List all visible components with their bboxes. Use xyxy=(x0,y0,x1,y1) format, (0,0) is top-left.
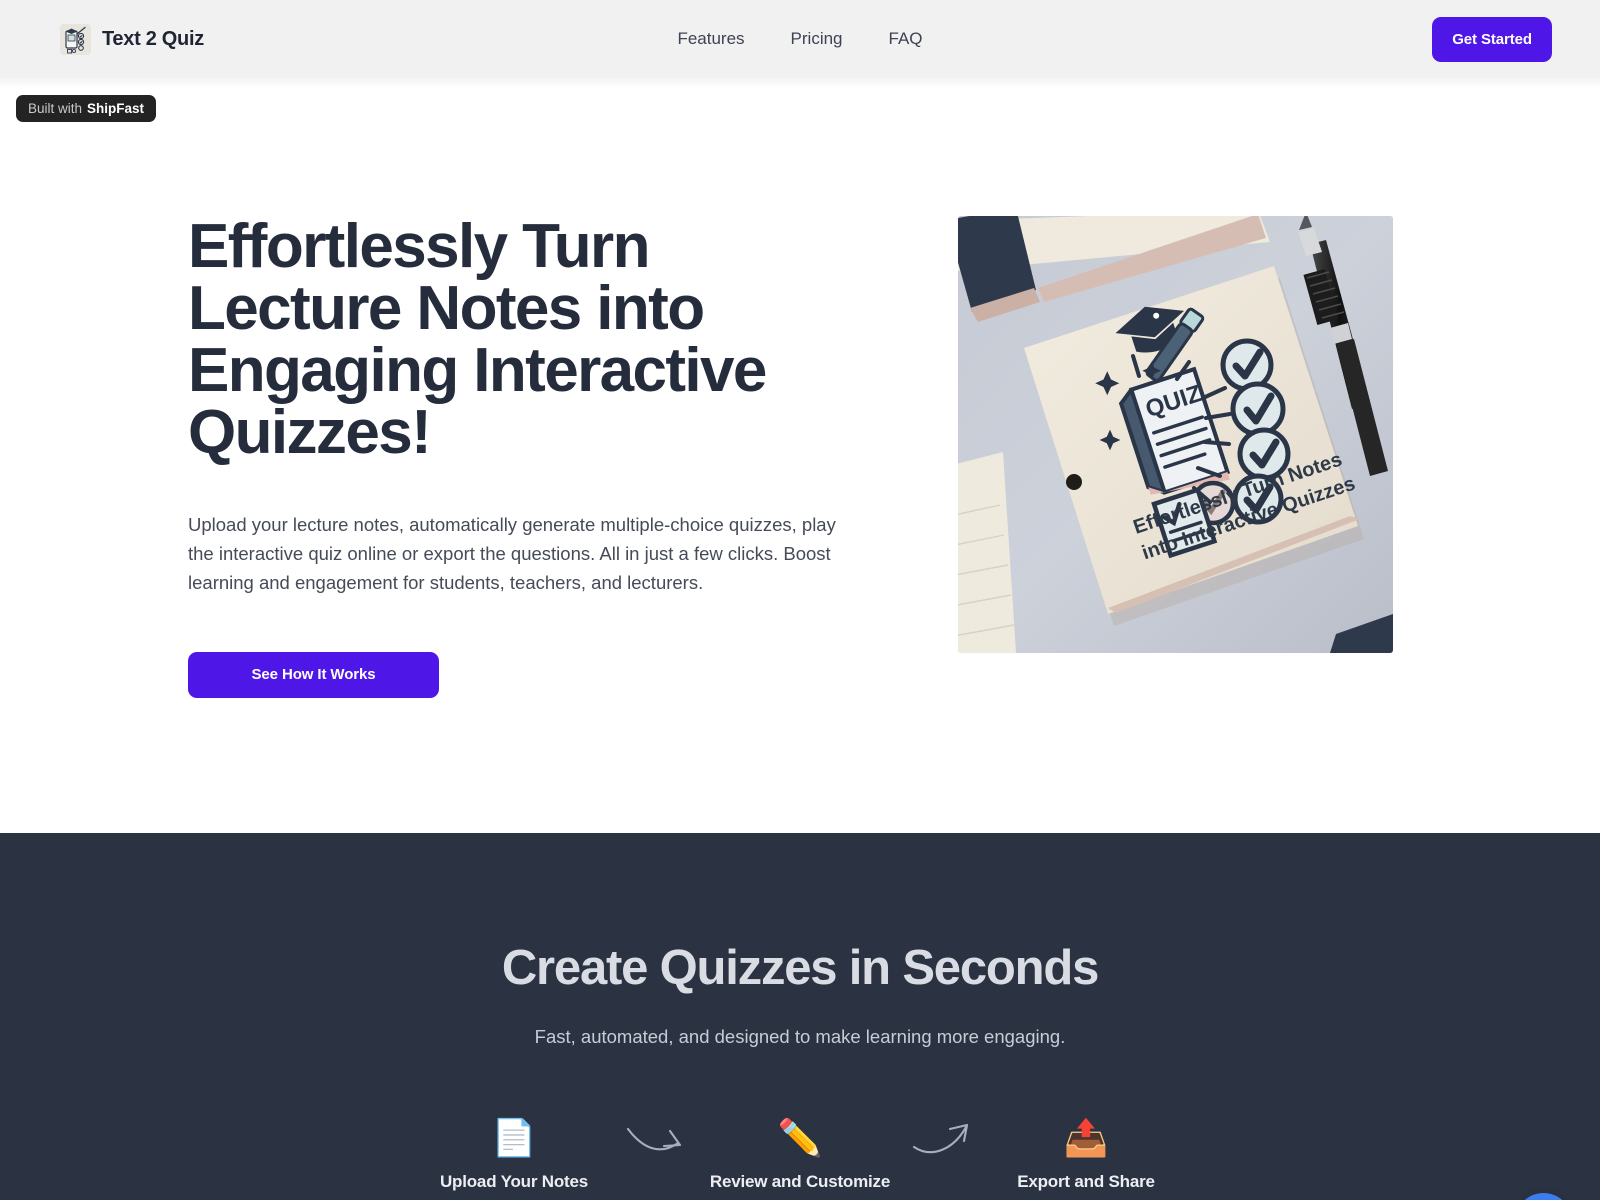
hero-section: Effortlessly Turn Lecture Notes into Eng… xyxy=(0,78,1600,833)
hero-subtext: Upload your lecture notes, automatically… xyxy=(188,514,836,594)
chat-widget-button[interactable] xyxy=(1515,1193,1572,1200)
nav-item-pricing[interactable]: Pricing xyxy=(791,29,843,49)
nav-item-faq[interactable]: FAQ xyxy=(889,29,923,49)
hero-media: QUIZ Effortlessly Turn Notes into Intera… xyxy=(958,216,1393,653)
step-export-and-share: 📤 Export and Share xyxy=(988,1116,1184,1192)
outbox-tray-icon: 📤 xyxy=(1063,1117,1109,1158)
page-facing-up-icon: 📄 xyxy=(491,1117,537,1158)
brand-title: Text 2 Quiz xyxy=(102,27,204,50)
brand-logo-link[interactable]: Text 2 Quiz xyxy=(60,23,204,55)
features-section: Create Quizzes in Seconds Fast, automate… xyxy=(0,833,1600,1200)
badge-prefix: Built with xyxy=(28,101,83,116)
page-title: Effortlessly Turn Lecture Notes into Eng… xyxy=(188,212,767,467)
primary-nav: Features Pricing FAQ xyxy=(0,0,1600,78)
see-how-it-works-button[interactable]: See How It Works xyxy=(188,651,439,698)
quiz-notebook-logo-icon xyxy=(60,23,91,55)
built-with-shipfast-badge[interactable]: Built with ShipFast xyxy=(16,95,157,122)
pencil-icon: ✏️ xyxy=(777,1117,823,1158)
step-label: Review and Customize xyxy=(709,1172,891,1191)
arrow-down-right-icon xyxy=(612,1119,702,1155)
step-review-and-customize: ✏️ Review and Customize xyxy=(702,1116,898,1192)
step-label: Export and Share xyxy=(1017,1172,1155,1191)
badge-brand: ShipFast xyxy=(87,101,145,116)
arrow-up-right-icon xyxy=(898,1119,988,1155)
hero-notebook-image: QUIZ Effortlessly Turn Notes into Intera… xyxy=(958,216,1393,653)
features-title: Create Quizzes in Seconds xyxy=(501,941,1100,995)
hero-copy: Effortlessly Turn Lecture Notes into Eng… xyxy=(188,216,878,698)
step-upload-your-notes: 📄 Upload Your Notes xyxy=(416,1116,612,1192)
features-subtitle: Fast, automated, and designed to make le… xyxy=(534,1026,1066,1047)
steps-row: 📄 Upload Your Notes ✏️ Review and Custom… xyxy=(0,1116,1600,1192)
step-label: Upload Your Notes xyxy=(439,1172,589,1191)
get-started-button[interactable]: Get Started xyxy=(1432,16,1552,62)
site-header: Text 2 Quiz Features Pricing FAQ Get Sta… xyxy=(0,0,1600,88)
nav-item-features[interactable]: Features xyxy=(677,29,744,49)
